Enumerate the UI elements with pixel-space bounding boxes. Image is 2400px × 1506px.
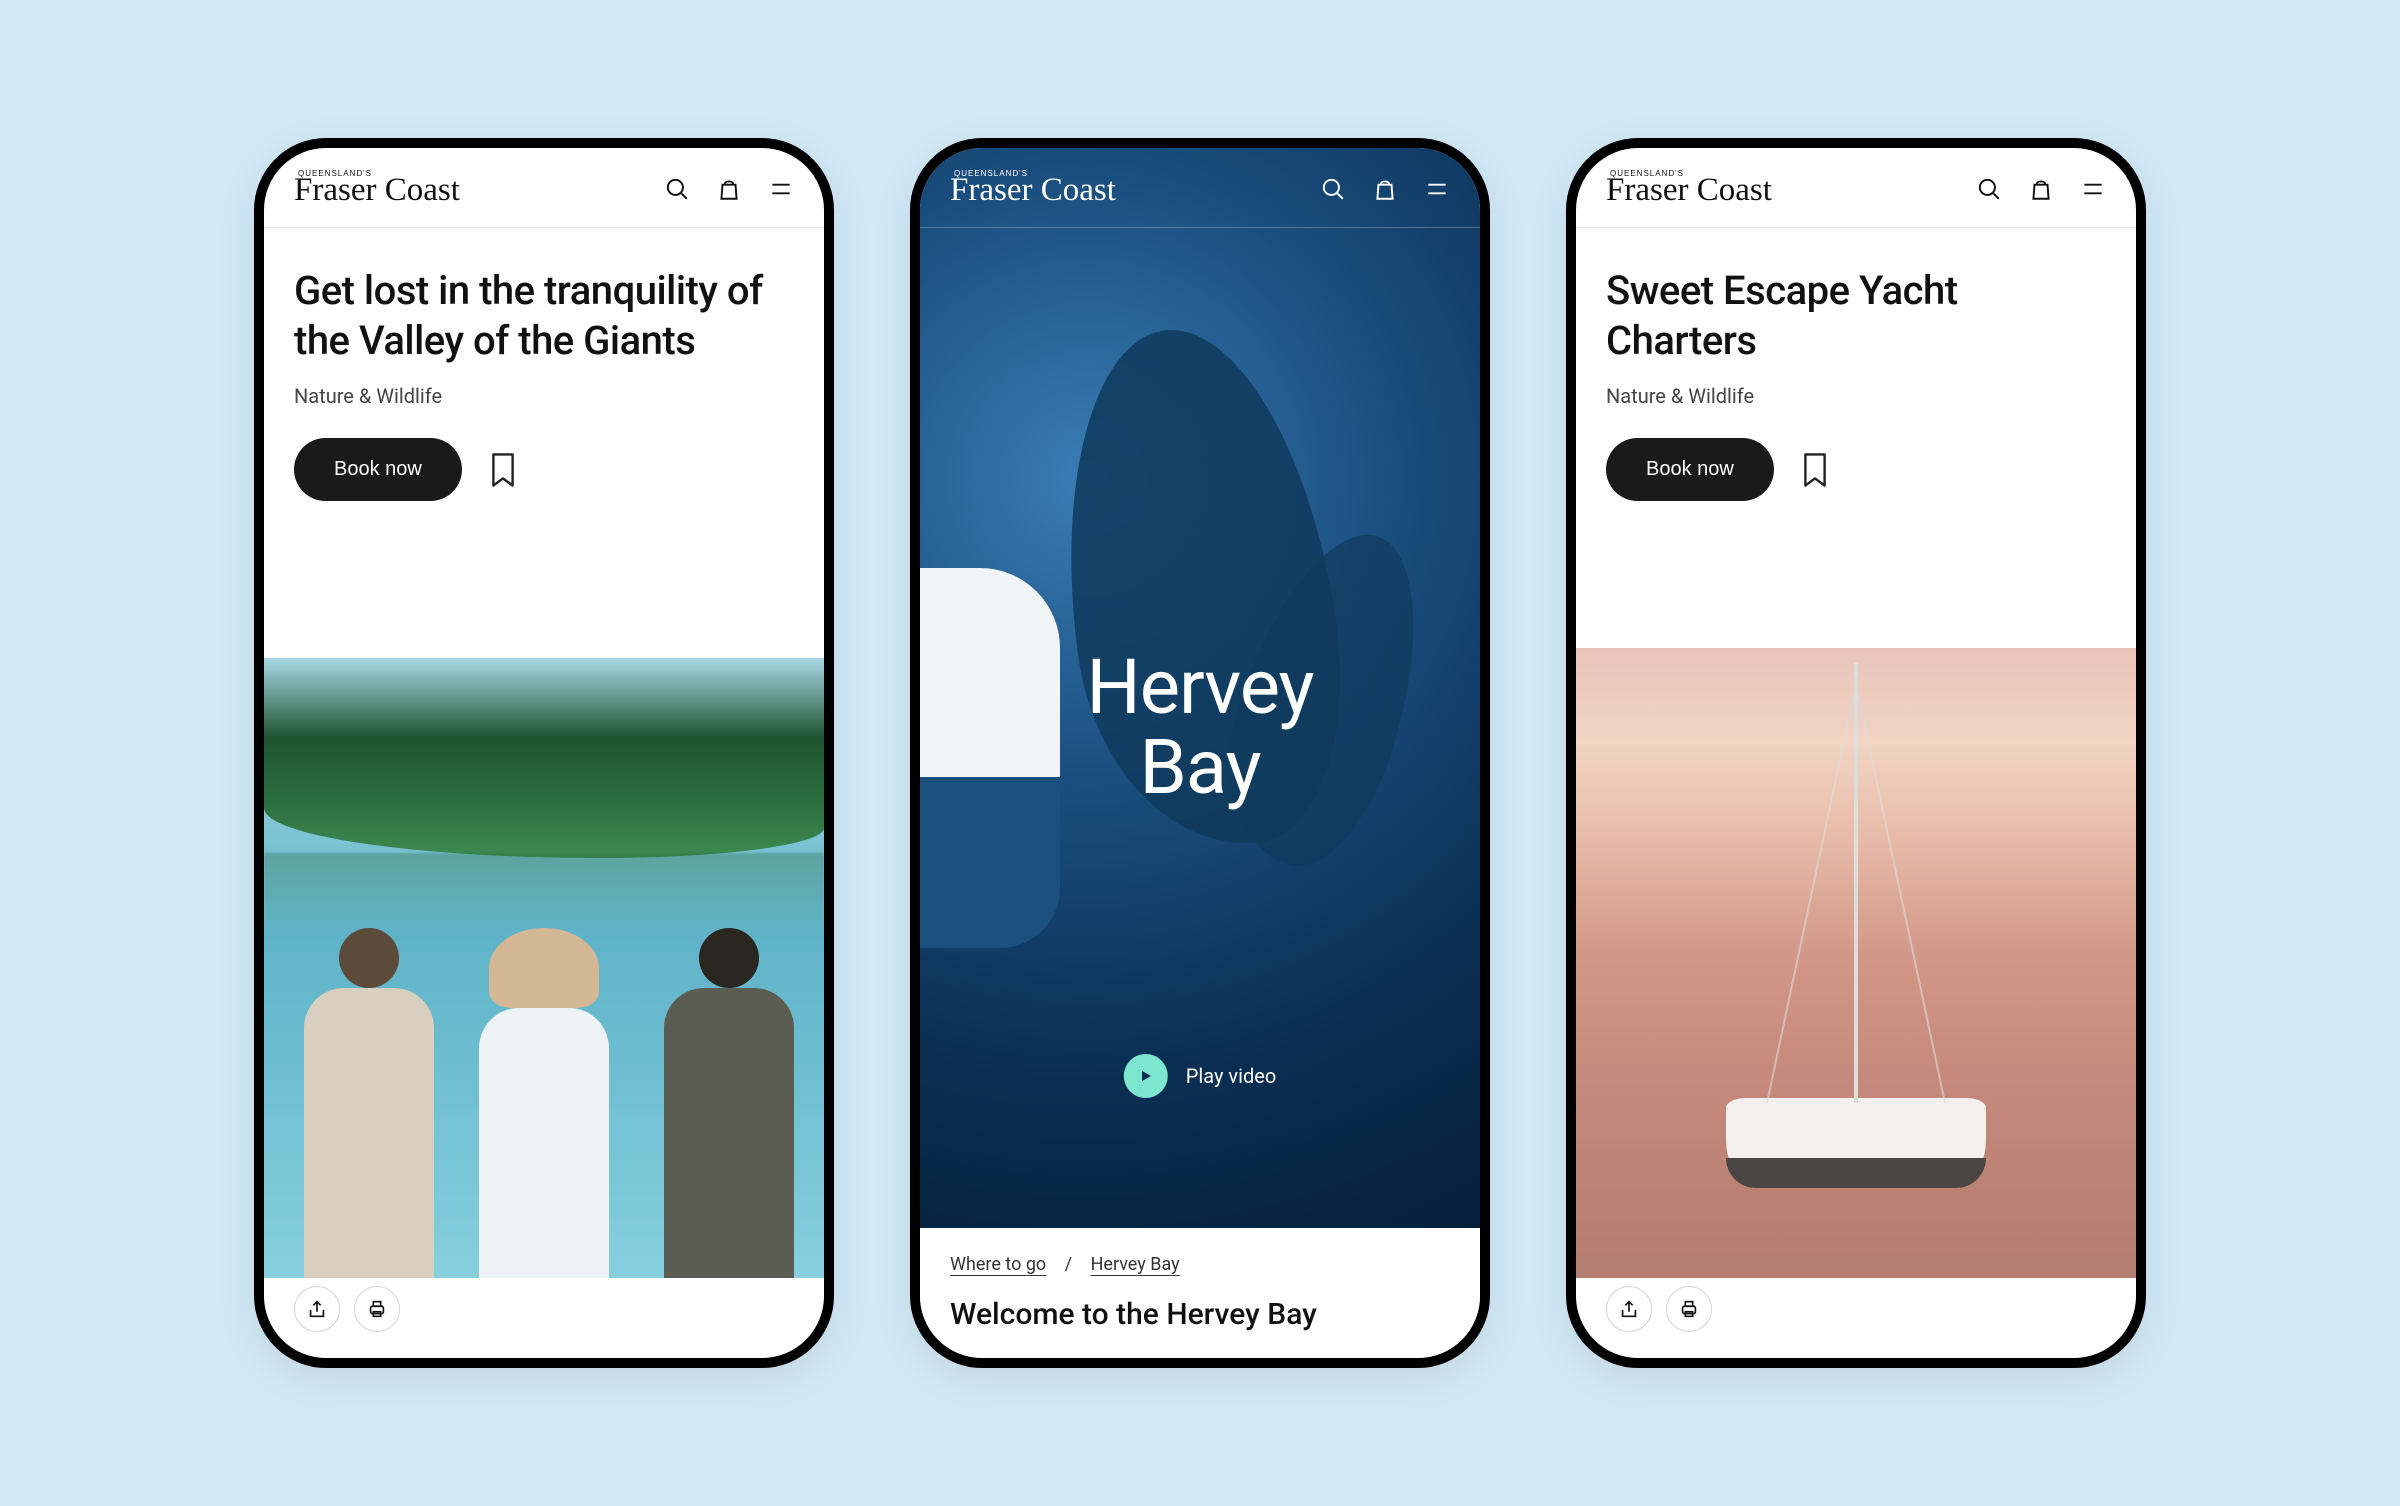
category-label: Nature & Wildlife — [1606, 384, 2106, 408]
book-now-button[interactable]: Book now — [1606, 438, 1774, 501]
page-title: Get lost in the tranquility of the Valle… — [294, 266, 794, 366]
bag-icon[interactable] — [716, 176, 742, 202]
bottom-actions — [1606, 1286, 1712, 1332]
search-icon[interactable] — [664, 176, 690, 202]
brand-logo[interactable]: QUEENSLAND'S Fraser Coast — [1606, 170, 1772, 207]
bottom-section: Where to go / Hervey Bay Welcome to the … — [920, 1228, 1480, 1358]
header: QUEENSLAND'S Fraser Coast — [264, 148, 824, 228]
play-icon — [1124, 1054, 1168, 1098]
share-icon — [1618, 1298, 1640, 1320]
bag-icon[interactable] — [2028, 176, 2054, 202]
search-icon[interactable] — [1976, 176, 2002, 202]
print-icon — [366, 1298, 388, 1320]
menu-icon[interactable] — [1424, 176, 1450, 202]
breadcrumb: Where to go / Hervey Bay — [950, 1254, 1450, 1275]
print-button[interactable] — [1666, 1286, 1712, 1332]
play-video-label: Play video — [1186, 1064, 1276, 1088]
brand-name: Fraser Coast — [1606, 172, 1772, 208]
brand-logo[interactable]: QUEENSLAND'S Fraser Coast — [294, 170, 460, 207]
phone-mockup-1: QUEENSLAND'S Fraser Coast Get lost in th… — [254, 138, 834, 1368]
phone-mockup-2: Hervey Bay Play video QUEENSLAND'S Frase… — [910, 138, 1490, 1368]
brand-logo[interactable]: QUEENSLAND'S Fraser Coast — [950, 170, 1116, 207]
breadcrumb-current[interactable]: Hervey Bay — [1091, 1254, 1180, 1275]
bookmark-icon[interactable] — [488, 452, 518, 488]
hero-image — [264, 658, 824, 1278]
play-video-button[interactable]: Play video — [1124, 1054, 1276, 1098]
header-actions — [664, 176, 794, 202]
category-label: Nature & Wildlife — [294, 384, 794, 408]
share-button[interactable] — [294, 1286, 340, 1332]
hero-image — [1576, 648, 2136, 1278]
print-button[interactable] — [354, 1286, 400, 1332]
cta-row: Book now — [294, 438, 794, 501]
content-area: Get lost in the tranquility of the Valle… — [264, 228, 824, 525]
share-icon — [306, 1298, 328, 1320]
header: QUEENSLAND'S Fraser Coast — [920, 148, 1480, 228]
brand-name: Fraser Coast — [294, 172, 460, 208]
bookmark-icon[interactable] — [1800, 452, 1830, 488]
breadcrumb-parent[interactable]: Where to go — [950, 1254, 1046, 1275]
content-area: Sweet Escape Yacht Charters Nature & Wil… — [1576, 228, 2136, 525]
header: QUEENSLAND'S Fraser Coast — [1576, 148, 2136, 228]
print-icon — [1678, 1298, 1700, 1320]
header-actions — [1320, 176, 1450, 202]
page-title: Sweet Escape Yacht Charters — [1606, 266, 2106, 366]
bag-icon[interactable] — [1372, 176, 1398, 202]
menu-icon[interactable] — [768, 176, 794, 202]
hero-image: Hervey Bay Play video — [920, 148, 1480, 1248]
header-actions — [1976, 176, 2106, 202]
menu-icon[interactable] — [2080, 176, 2106, 202]
cta-row: Book now — [1606, 438, 2106, 501]
search-icon[interactable] — [1320, 176, 1346, 202]
phone-mockup-3: QUEENSLAND'S Fraser Coast Sweet Escape Y… — [1566, 138, 2146, 1368]
book-now-button[interactable]: Book now — [294, 438, 462, 501]
share-button[interactable] — [1606, 1286, 1652, 1332]
hero-title: Hervey Bay — [1086, 648, 1313, 808]
breadcrumb-separator: / — [1065, 1254, 1072, 1275]
bottom-actions — [294, 1286, 400, 1332]
brand-name: Fraser Coast — [950, 172, 1116, 208]
welcome-heading: Welcome to the Hervey Bay — [950, 1297, 1450, 1332]
